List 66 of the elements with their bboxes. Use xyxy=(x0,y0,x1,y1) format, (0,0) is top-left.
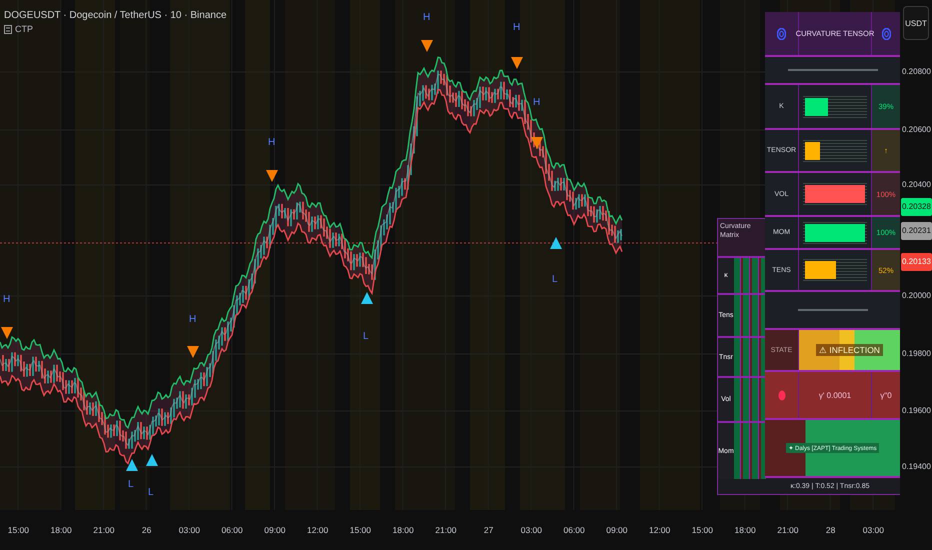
time-tick-label: 15:00 xyxy=(348,525,372,535)
heatmap-strip xyxy=(734,338,766,376)
price-badge: 0.20231 xyxy=(901,222,932,240)
currency-button[interactable]: USDT xyxy=(903,6,929,40)
spiral-icon xyxy=(777,28,786,40)
time-tick-label: 21:00 xyxy=(434,525,458,535)
price-tick-label: 0.20800 xyxy=(902,66,931,78)
time-tick-label: 15:00 xyxy=(6,525,30,535)
time-tick-label: 12:00 xyxy=(306,525,330,535)
time-tick-label: 15:00 xyxy=(690,525,714,535)
price-badge: 0.20133 xyxy=(901,253,932,271)
heatmap-strip xyxy=(734,258,766,293)
low-marker-label: L xyxy=(363,330,369,344)
price-badge: 0.20328 xyxy=(901,198,932,216)
high-marker-label: H xyxy=(513,21,520,35)
high-marker-label: H xyxy=(423,11,430,25)
heatmap-strip xyxy=(734,423,766,479)
heatmap-strip xyxy=(734,378,766,421)
down-triangle-icon xyxy=(421,40,433,52)
price-tick-label: 0.19800 xyxy=(902,348,931,360)
gamma-first-derivative: γ' 0.0001 xyxy=(818,390,852,400)
price-tick-label: 0.20600 xyxy=(902,124,931,136)
time-tick-label: 27 xyxy=(482,525,494,535)
indicator-name: CTP xyxy=(15,24,33,34)
symbol-title: DOGEUSDT · Dogecoin / TetherUS · 10 · Binance xyxy=(4,10,226,21)
price-tick-label: 0.20400 xyxy=(902,179,931,191)
time-tick-label: 03:00 xyxy=(178,525,202,535)
down-triangle-icon xyxy=(531,137,543,149)
time-tick-label: 12:00 xyxy=(648,525,672,535)
time-tick-label: 03:00 xyxy=(520,525,544,535)
time-tick-label: 06:00 xyxy=(562,525,586,535)
high-marker-label: H xyxy=(189,313,196,327)
up-triangle-icon xyxy=(361,292,373,304)
time-tick-label: 03:00 xyxy=(862,525,886,535)
high-marker-label: H xyxy=(3,293,10,307)
up-triangle-icon xyxy=(126,459,138,471)
time-tick-label: 18:00 xyxy=(733,525,757,535)
time-tick-label: 09:00 xyxy=(605,525,629,535)
time-tick-label: 18:00 xyxy=(49,525,73,535)
down-triangle-icon xyxy=(511,57,523,69)
price-tick-label: 0.19400 xyxy=(902,461,931,473)
time-tick-label: 28 xyxy=(824,525,836,535)
spiral-icon xyxy=(882,28,890,40)
high-marker-label: H xyxy=(268,136,276,150)
low-marker-label: L xyxy=(552,273,558,287)
down-triangle-icon xyxy=(266,170,278,182)
low-marker-label: L xyxy=(148,486,154,500)
gamma-second-derivative: γ''0 xyxy=(880,390,892,400)
heatmap-strip xyxy=(734,295,766,336)
up-triangle-icon xyxy=(550,237,562,249)
dot-icon xyxy=(778,390,786,400)
time-tick-label: 18:00 xyxy=(391,525,415,535)
time-tick-label: 06:00 xyxy=(220,525,244,535)
down-triangle-icon xyxy=(187,346,199,358)
low-marker-label: L xyxy=(128,478,134,492)
up-triangle-icon xyxy=(146,454,158,466)
time-tick-label: 09:00 xyxy=(263,525,287,535)
state-value: ⚠ INFLECTION xyxy=(816,344,883,356)
time-tick-label: 21:00 xyxy=(776,525,800,535)
down-triangle-icon xyxy=(1,327,13,339)
indicator-icon xyxy=(4,24,12,34)
price-tick-label: 0.20000 xyxy=(902,290,931,302)
high-marker-label: H xyxy=(533,96,540,110)
time-tick-label: 21:00 xyxy=(92,525,116,535)
price-tick-label: 0.19600 xyxy=(902,405,931,417)
time-tick-label: 26 xyxy=(140,525,152,535)
